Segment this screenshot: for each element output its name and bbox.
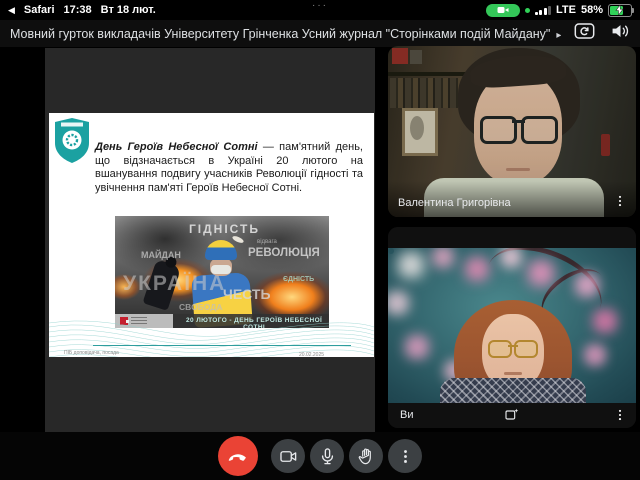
- end-call-icon: [227, 445, 249, 467]
- raise-hand-button[interactable]: [349, 439, 383, 473]
- self-options-button[interactable]: [610, 405, 630, 425]
- mic-icon: [318, 447, 337, 466]
- self-sweater: [440, 378, 586, 403]
- maidan-photo: ГІДНІСТЬ відвага МАЙДАН РЕВОЛЮЦІЯ УКРАЇН…: [115, 216, 329, 328]
- participant-tile-remote[interactable]: Валентина Григорівна: [388, 46, 636, 217]
- photo-word: МАЙДАН: [141, 250, 181, 260]
- photo-word: ГІДНІСТЬ: [189, 222, 260, 236]
- slide-paragraph: День Героїв Небесної Сотні — пам'ятний д…: [95, 141, 363, 195]
- self-glasses: [488, 340, 538, 356]
- tile-label-bar: Валентина Григорівна: [388, 181, 636, 217]
- mic-toggle-button[interactable]: [310, 439, 344, 473]
- camera-flip-icon: [574, 22, 595, 40]
- self-video-feed: [388, 248, 636, 403]
- chevron-right-icon: ▸: [556, 30, 561, 41]
- meet-call-screen: ··· ◀ Safari 17:38 Вт 18 лют. LTE 58%: [0, 0, 640, 480]
- camera-flip-button[interactable]: [574, 22, 595, 45]
- photo-word: РЕВОЛЮЦІЯ: [248, 247, 320, 259]
- speaker-icon: [611, 22, 630, 40]
- letterbox: [388, 227, 636, 248]
- cherry-blossoms: [388, 248, 394, 254]
- more-vertical-icon: [613, 194, 627, 208]
- visual-effects-button[interactable]: [502, 405, 522, 425]
- slide-paragraph-lead: День Героїв Небесної Сотні: [95, 141, 258, 153]
- meeting-header: Мовний гурток викладачів Університету Гр…: [0, 20, 640, 47]
- self-mouth: [504, 372, 522, 375]
- photo-word: ЧЕСТЬ: [223, 286, 271, 302]
- slide-footer-left: ПІБ доповідача, посада: [64, 350, 119, 356]
- photo-word: відвага: [257, 239, 277, 245]
- participant-options-button[interactable]: [610, 191, 630, 211]
- photo-word: ЄДНІСТЬ: [283, 276, 314, 283]
- call-controls: [0, 432, 640, 480]
- meeting-title[interactable]: Мовний гурток викладачів Університету Гр…: [10, 27, 561, 41]
- self-label-row: Ви: [388, 402, 636, 428]
- multitask-indicator[interactable]: ···: [0, 0, 640, 11]
- photo-word: УКРАЇНА: [123, 272, 226, 296]
- more-vertical-icon: [397, 448, 414, 465]
- more-options-button[interactable]: [388, 439, 422, 473]
- university-shield-logo: [52, 117, 92, 170]
- end-call-button[interactable]: [218, 436, 258, 476]
- more-vertical-icon: [613, 408, 627, 422]
- self-name: Ви: [400, 409, 413, 421]
- speaker-button[interactable]: [611, 22, 630, 45]
- visual-effects-icon: [504, 407, 520, 423]
- slide-footer-date: 20.02.2025: [299, 352, 324, 357]
- participant-tile-self[interactable]: Ви: [388, 227, 636, 428]
- battery-charging-icon: [608, 4, 632, 17]
- raise-hand-icon: [357, 447, 376, 466]
- slide-divider-line: [93, 345, 351, 346]
- photo-word: СВОБОДА: [179, 302, 222, 312]
- meeting-title-text: Мовний гурток викладачів Університету Гр…: [10, 27, 550, 41]
- videocam-icon: [279, 447, 298, 466]
- camera-toggle-button[interactable]: [271, 439, 305, 473]
- participant-name: Валентина Григорівна: [398, 197, 511, 209]
- status-bar: ··· ◀ Safari 17:38 Вт 18 лют. LTE 58%: [0, 0, 640, 20]
- screen-share-region: День Героїв Небесної Сотні — пам'ятний д…: [45, 48, 375, 432]
- presentation-slide: День Героїв Небесної Сотні — пам'ятний д…: [49, 113, 374, 357]
